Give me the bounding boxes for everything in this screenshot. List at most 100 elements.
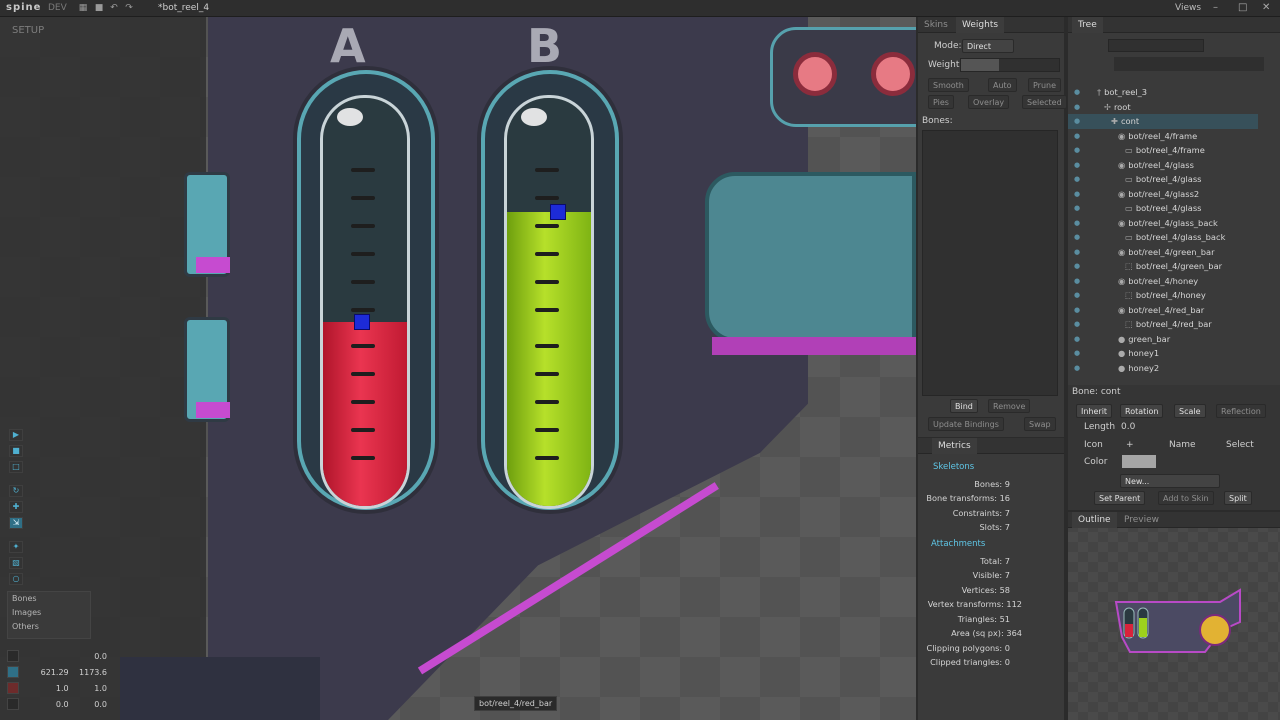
tree-filter-toolbar[interactable] [1114, 57, 1264, 71]
scale-icon[interactable] [7, 682, 19, 694]
undo-icon[interactable]: ↶ [109, 3, 119, 13]
rotation-toggle[interactable]: Rotation [1120, 404, 1164, 418]
length-value[interactable]: 0.0 [1121, 422, 1135, 432]
tree-row[interactable]: ● ▭ bot/reel_4/frame [1068, 143, 1258, 158]
pies-button[interactable]: Pies [928, 95, 954, 109]
weight-slider[interactable] [960, 58, 1060, 72]
visibility-dot-icon[interactable]: ● [1074, 85, 1080, 100]
bone-handle-green[interactable] [550, 204, 566, 221]
visibility-dot-icon[interactable]: ● [1074, 259, 1080, 274]
inherit-toggle[interactable]: Inherit [1076, 404, 1113, 418]
select-label[interactable]: Select [1226, 440, 1254, 450]
name-label[interactable]: Name [1169, 440, 1196, 450]
auto-button[interactable]: Auto [988, 78, 1017, 92]
redo-icon[interactable]: ↷ [124, 3, 134, 13]
visibility-dot-icon[interactable]: ● [1074, 361, 1080, 376]
split-button[interactable]: Split [1224, 491, 1252, 505]
scale-y[interactable]: 1.0 [69, 684, 107, 693]
tab-preview[interactable]: Preview [1118, 512, 1165, 528]
close-icon[interactable]: ✕ [1262, 2, 1270, 13]
tree-row[interactable]: ● ⬚ bot/reel_4/green_bar [1068, 259, 1258, 274]
tool-scale-icon[interactable]: ⇲ [9, 517, 23, 529]
shear-icon[interactable] [7, 698, 19, 710]
tree-row[interactable]: ● † bot_reel_3 [1068, 85, 1258, 100]
icon-add[interactable]: + [1126, 440, 1134, 450]
add-to-skin-button[interactable]: Add to Skin [1158, 491, 1214, 505]
save-icon[interactable]: ■ [94, 3, 104, 13]
tree-row[interactable]: ● ⬚ bot/reel_4/honey [1068, 288, 1258, 303]
prune-button[interactable]: Prune [1028, 78, 1062, 92]
shear-x[interactable]: 0.0 [23, 700, 69, 709]
tree-row[interactable]: ● ● honey1 [1068, 346, 1258, 361]
translate-icon[interactable] [7, 666, 19, 678]
overlay-button[interactable]: Overlay [968, 95, 1010, 109]
tree-row[interactable]: ● ◉ bot/reel_4/frame [1068, 129, 1258, 144]
shear-y[interactable]: 0.0 [69, 700, 107, 709]
visibility-images[interactable]: Images [8, 606, 90, 620]
tab-metrics[interactable]: Metrics [932, 438, 977, 454]
tab-weights[interactable]: Weights [956, 17, 1005, 33]
tree-row[interactable]: ● ● honey2 [1068, 361, 1258, 376]
minimize-icon[interactable]: – [1213, 2, 1218, 13]
visibility-bones[interactable]: Bones [8, 592, 90, 606]
tree-row[interactable]: ● ◉ bot/reel_4/red_bar [1068, 303, 1258, 318]
tube-b[interactable] [504, 95, 594, 509]
tree-row[interactable]: ● ▭ bot/reel_4/glass_back [1068, 230, 1258, 245]
tree-row[interactable]: ● ⬚ bot/reel_4/red_bar [1068, 317, 1258, 332]
tab-outline[interactable]: Outline [1072, 512, 1117, 528]
bone-handle-red[interactable] [354, 314, 370, 331]
tool-translate-icon[interactable]: ✚ [9, 501, 23, 513]
color-swatch[interactable] [1122, 455, 1156, 468]
smooth-button[interactable]: Smooth [928, 78, 969, 92]
maximize-icon[interactable]: □ [1238, 2, 1247, 13]
tree-row[interactable]: ● ✢ root [1068, 100, 1258, 115]
tree-search-input[interactable] [1108, 39, 1204, 52]
tree-row[interactable]: ● ◉ bot/reel_4/honey [1068, 274, 1258, 289]
visibility-dot-icon[interactable]: ● [1074, 332, 1080, 347]
visibility-dot-icon[interactable]: ● [1074, 216, 1080, 231]
visibility-dot-icon[interactable]: ● [1074, 288, 1080, 303]
tree-row[interactable]: ● ◉ bot/reel_4/glass [1068, 158, 1258, 173]
tree-row[interactable]: ● ◉ bot/reel_4/glass2 [1068, 187, 1258, 202]
visibility-others[interactable]: Others [8, 620, 90, 634]
reflection-toggle[interactable]: Reflection [1216, 404, 1266, 418]
rotate-icon[interactable] [7, 650, 19, 662]
visibility-dot-icon[interactable]: ● [1074, 100, 1080, 115]
selected-button[interactable]: Selected [1022, 95, 1067, 109]
set-parent-button[interactable]: Set Parent [1094, 491, 1146, 505]
tree-row[interactable]: ● ● green_bar [1068, 332, 1258, 347]
tab-skins[interactable]: Skins [918, 17, 954, 33]
tree-row[interactable]: ● ▭ bot/reel_4/glass [1068, 172, 1258, 187]
visibility-dot-icon[interactable]: ● [1074, 187, 1080, 202]
visibility-dot-icon[interactable]: ● [1074, 230, 1080, 245]
visibility-dot-icon[interactable]: ● [1074, 303, 1080, 318]
visibility-dot-icon[interactable]: ● [1074, 274, 1080, 289]
visibility-dot-icon[interactable]: ● [1074, 201, 1080, 216]
visibility-dot-icon[interactable]: ● [1074, 114, 1080, 129]
tool-weights-icon[interactable]: ■ [9, 445, 23, 457]
tree-row[interactable]: ● ◉ bot/reel_4/glass_back [1068, 216, 1258, 231]
tree-row[interactable]: ● ✚ cont [1068, 114, 1258, 129]
tool-pose-icon[interactable]: ▶ [9, 429, 23, 441]
tool-rotate-icon[interactable]: ↻ [9, 485, 23, 497]
tool-others-icon[interactable]: ○ [9, 573, 23, 585]
views-menu[interactable]: Views [1175, 3, 1201, 13]
bones-list[interactable] [922, 130, 1058, 396]
tab-tree[interactable]: Tree [1072, 17, 1103, 33]
visibility-dot-icon[interactable]: ● [1074, 346, 1080, 361]
menu-icon[interactable]: ▦ [78, 3, 88, 13]
scale-x[interactable]: 1.0 [23, 684, 69, 693]
mode-select[interactable]: Direct [962, 39, 1014, 53]
translate-x[interactable]: 621.29 [23, 668, 69, 677]
visibility-dot-icon[interactable]: ● [1074, 143, 1080, 158]
visibility-dot-icon[interactable]: ● [1074, 158, 1080, 173]
new-button[interactable]: New... [1120, 474, 1220, 488]
tree-row[interactable]: ● ◉ bot/reel_4/green_bar [1068, 245, 1258, 260]
tree-row[interactable]: ● ▭ bot/reel_4/glass [1068, 201, 1258, 216]
swap-button[interactable]: Swap [1024, 417, 1056, 431]
visibility-dot-icon[interactable]: ● [1074, 245, 1080, 260]
visibility-dot-icon[interactable]: ● [1074, 172, 1080, 187]
tool-create-icon[interactable]: □ [9, 461, 23, 473]
scale-toggle[interactable]: Scale [1174, 404, 1206, 418]
translate-y[interactable]: 1173.6 [69, 668, 107, 677]
